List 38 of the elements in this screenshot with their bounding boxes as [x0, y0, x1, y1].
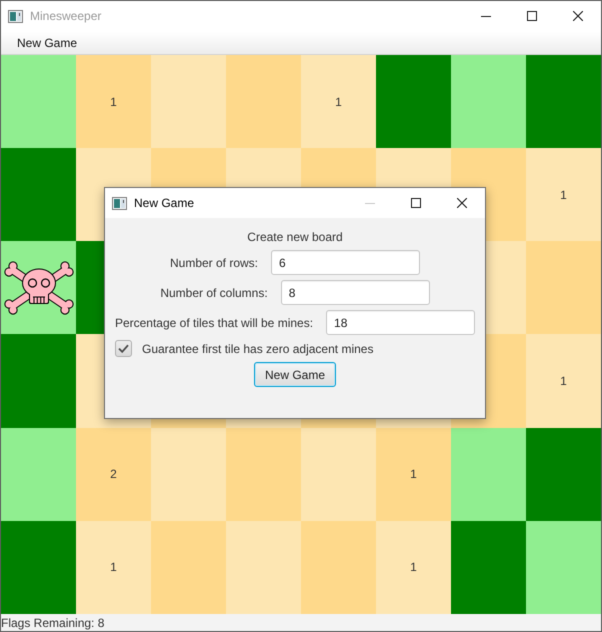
adjacent-count: 1	[410, 467, 417, 482]
skull-crossbones-icon	[2, 260, 76, 316]
checkbox-label: Guarantee first tile has zero adjacent mines	[142, 342, 374, 356]
covered-tile[interactable]	[451, 55, 526, 148]
covered-tile[interactable]	[451, 520, 526, 614]
adjacent-count: 1	[110, 560, 117, 574]
app-icon	[112, 196, 127, 210]
adjacent-count: 1	[335, 94, 342, 109]
adjacent-count: 1	[560, 188, 567, 202]
text-field[interactable]: 8	[280, 280, 430, 305]
covered-tile[interactable]	[1, 148, 76, 242]
covered-tile[interactable]	[451, 428, 526, 521]
window-title: Minesweeper	[30, 9, 102, 23]
text-field[interactable]: 18	[326, 310, 476, 335]
text-field[interactable]: 6	[271, 250, 420, 275]
app-icon	[8, 10, 23, 22]
new-game-button[interactable]: New Game	[254, 362, 336, 387]
covered-tile[interactable]	[526, 428, 601, 521]
field-label: Percentage of tiles that will be mines:	[114, 316, 314, 330]
checkbox[interactable]	[115, 340, 132, 357]
covered-tile[interactable]	[1, 428, 76, 521]
adjacent-count: 1	[560, 374, 567, 388]
covered-tile[interactable]	[1, 334, 76, 428]
covered-tile[interactable]	[1, 55, 76, 148]
adjacent-count: 1	[110, 94, 117, 109]
flags-remaining-label: Flags Remaining: 8	[1, 616, 104, 630]
window-title: New Game	[134, 196, 194, 210]
covered-tile[interactable]	[376, 55, 451, 148]
covered-tile[interactable]	[526, 55, 601, 148]
field-label: Number of columns:	[160, 286, 268, 300]
field-label: Number of rows:	[170, 256, 258, 270]
dialog-heading: Create new board	[247, 229, 343, 245]
covered-tile[interactable]	[526, 520, 601, 614]
checkmark-icon	[118, 344, 129, 353]
adjacent-count: 2	[110, 467, 117, 482]
menu-item[interactable]: New Game	[9, 31, 86, 54]
covered-tile[interactable]	[1, 520, 76, 614]
adjacent-count: 1	[410, 560, 417, 574]
